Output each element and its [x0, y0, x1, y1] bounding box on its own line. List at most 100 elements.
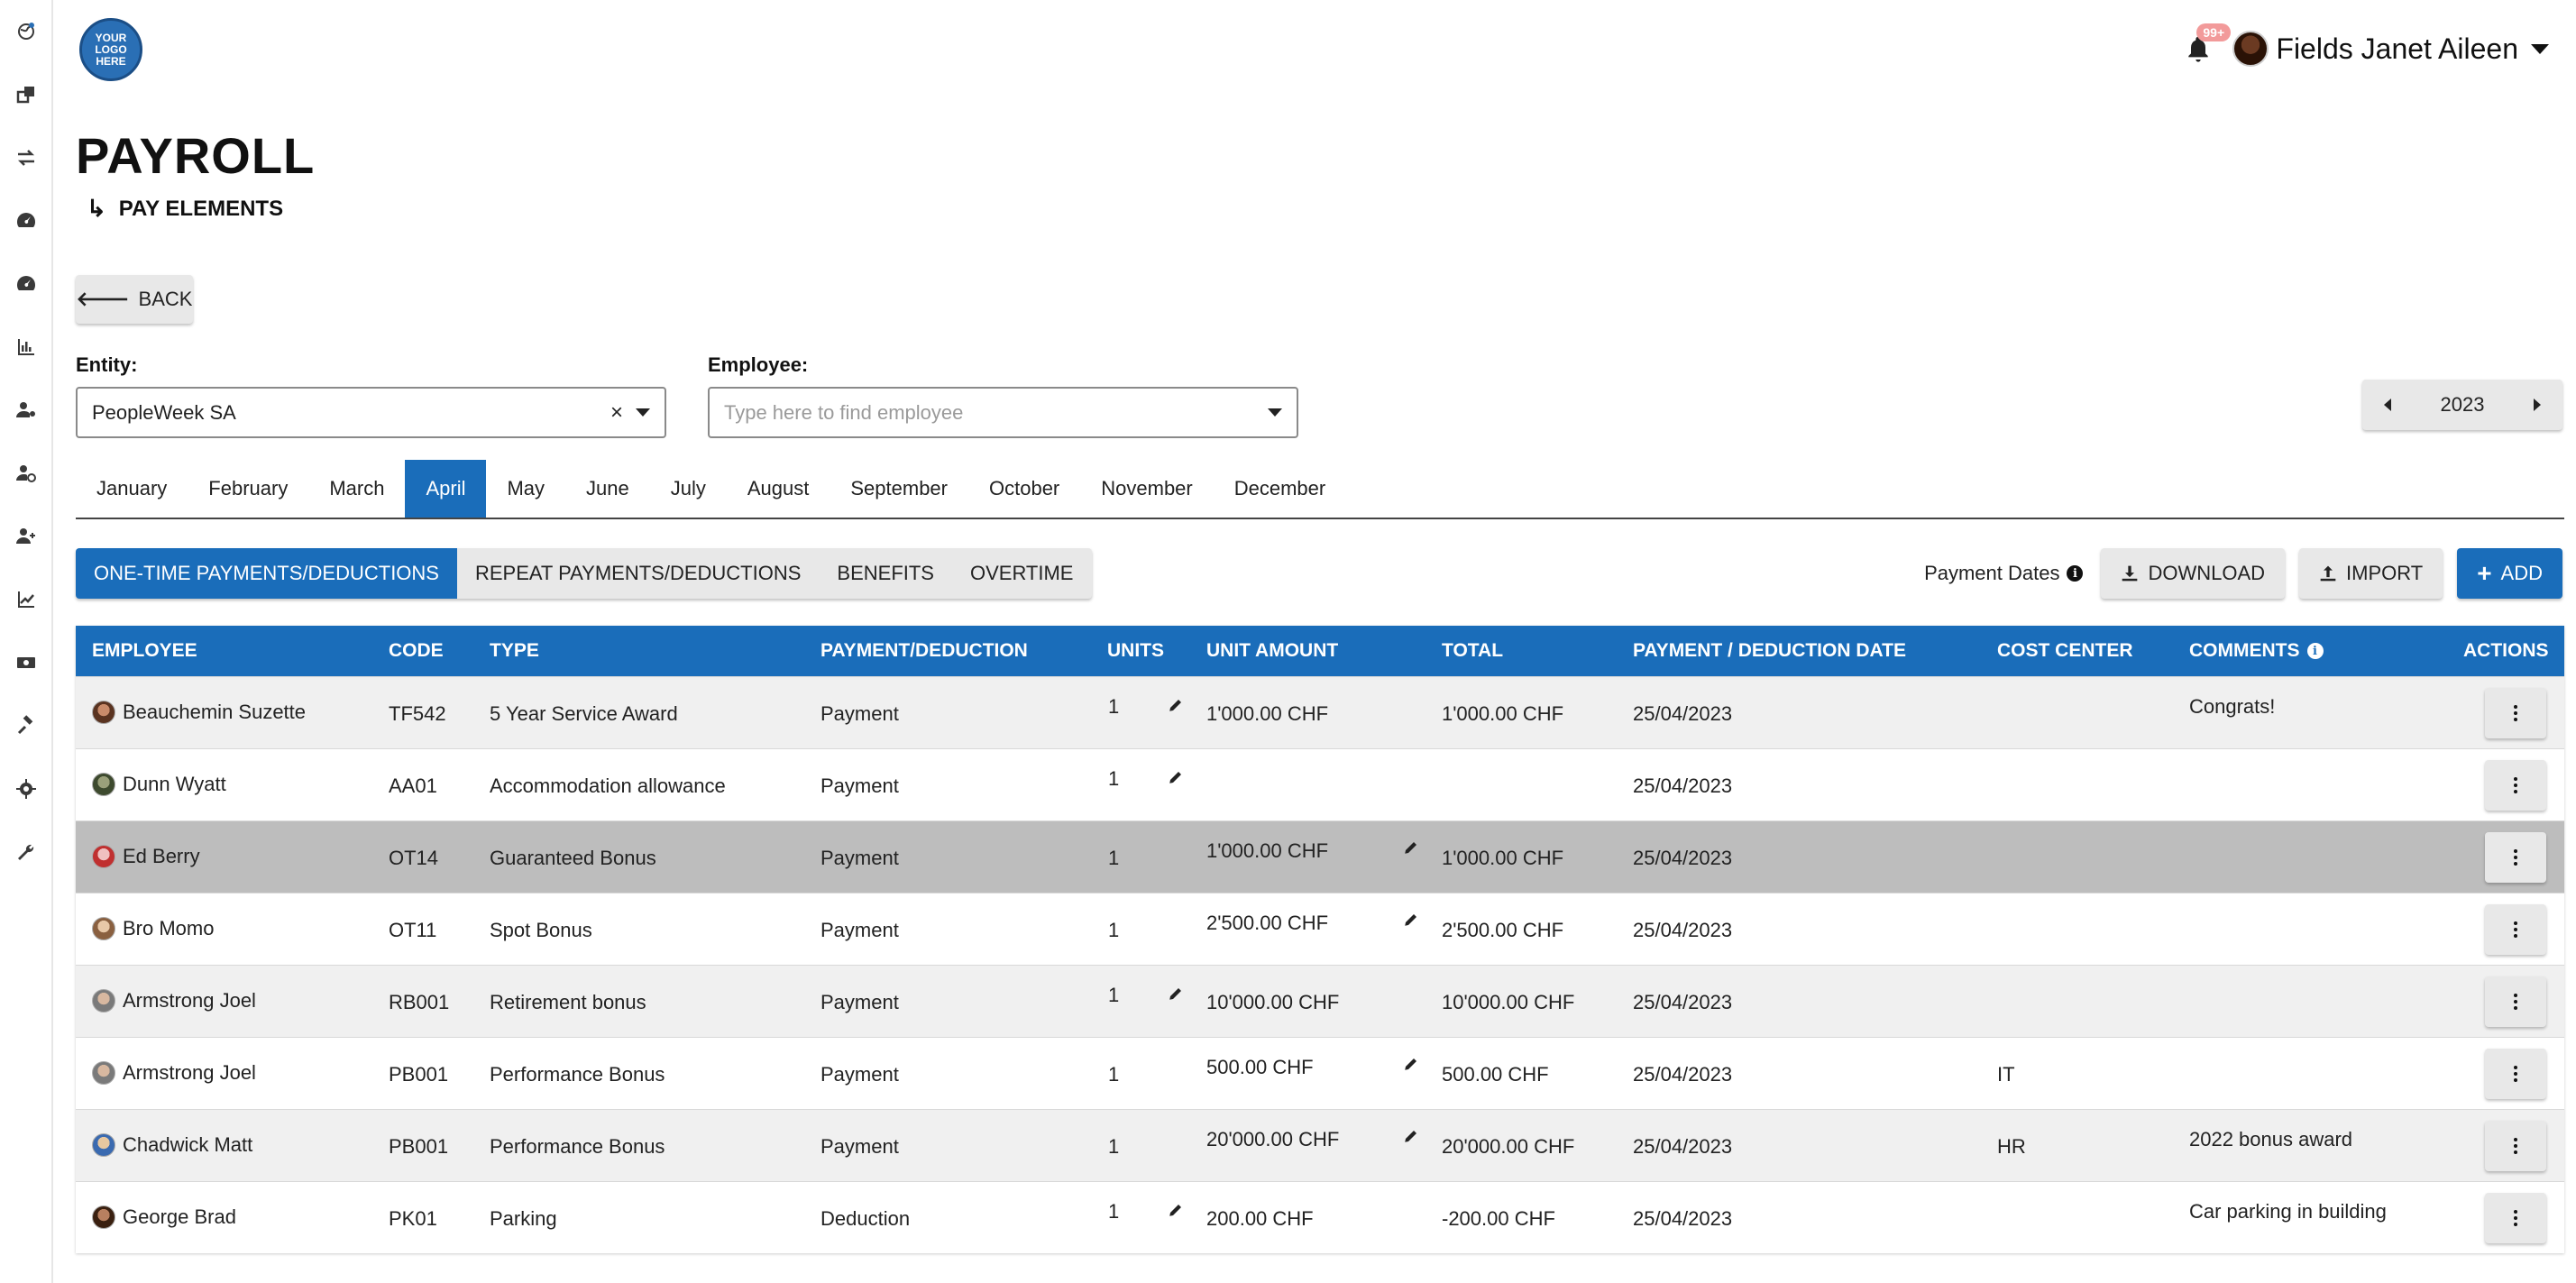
add-button[interactable]: + ADD — [2457, 548, 2562, 599]
import-button[interactable]: IMPORT — [2299, 548, 2443, 599]
table-row[interactable]: Chadwick Matt PB001 Performance Bonus Pa… — [76, 1109, 2564, 1181]
column-header-type[interactable]: TYPE — [490, 626, 539, 676]
tab-october[interactable]: October — [968, 460, 1080, 518]
upload-icon — [2320, 565, 2336, 582]
employee-name: Dunn Wyatt — [123, 773, 226, 795]
tab-may[interactable]: May — [486, 460, 565, 518]
table-actions: Payment Dates i DOWNLOAD IMPORT + ADD — [1924, 548, 2562, 599]
company-logo[interactable]: YOUR LOGO HERE — [79, 18, 142, 81]
row-actions-menu-button[interactable] — [2485, 904, 2546, 955]
info-icon[interactable]: i — [2067, 565, 2084, 582]
employee-cell[interactable]: Ed Berry — [92, 845, 200, 868]
unit-amount-cell: 10'000.00 CHF — [1206, 991, 1340, 1013]
column-header-employee[interactable]: EMPLOYEE — [92, 626, 197, 676]
row-actions-menu-button[interactable] — [2485, 832, 2546, 883]
row-actions-menu-button[interactable] — [2485, 1049, 2546, 1099]
edit-amount-pencil-icon[interactable] — [1403, 912, 1421, 930]
money-icon[interactable] — [0, 631, 51, 694]
tab-august[interactable]: August — [727, 460, 830, 518]
edit-units-pencil-icon[interactable] — [1168, 1202, 1186, 1220]
edit-units-pencil-icon[interactable] — [1168, 697, 1186, 715]
tab-june[interactable]: June — [565, 460, 650, 518]
user-clock-icon[interactable] — [0, 442, 51, 505]
tab-january[interactable]: January — [76, 460, 188, 518]
employee-search-input[interactable]: Type here to find employee — [708, 387, 1298, 438]
entity-select[interactable]: PeopleWeek SA × — [76, 387, 666, 438]
tab-september[interactable]: September — [830, 460, 968, 518]
column-header-unit-amount[interactable]: UNIT AMOUNT — [1206, 626, 1338, 676]
tab-july[interactable]: July — [650, 460, 727, 518]
line-chart-icon[interactable] — [0, 568, 51, 631]
gavel-icon[interactable] — [0, 694, 51, 757]
info-icon[interactable]: i — [2306, 643, 2324, 659]
employee-cell[interactable]: Armstrong Joel — [92, 1061, 256, 1085]
table-row[interactable]: Dunn Wyatt AA01 Accommodation allowance … — [76, 748, 2564, 820]
tab-december[interactable]: December — [1214, 460, 1346, 518]
employee-cell[interactable]: Beauchemin Suzette — [92, 701, 306, 724]
column-header-payment-deduction[interactable]: PAYMENT/DEDUCTION — [820, 626, 1028, 676]
table-row[interactable]: Armstrong Joel RB001 Retirement bonus Pa… — [76, 965, 2564, 1037]
chevron-down-icon[interactable] — [636, 408, 650, 417]
next-year-icon[interactable] — [2533, 399, 2541, 411]
row-actions-menu-button[interactable] — [2485, 760, 2546, 811]
edit-units-pencil-icon[interactable] — [1168, 769, 1186, 787]
unit-amount-cell: 20'000.00 CHF — [1206, 1128, 1340, 1150]
edit-units-pencil-icon[interactable] — [1168, 985, 1186, 1003]
column-header-units[interactable]: UNITS — [1107, 626, 1164, 676]
avatar — [92, 1133, 115, 1157]
column-header-comments[interactable]: COMMENTS i — [2189, 626, 2324, 676]
tab-one-time-payments[interactable]: ONE-TIME PAYMENTS/DEDUCTIONS — [76, 548, 457, 599]
column-header-cost-center[interactable]: COST CENTER — [1997, 626, 2133, 676]
user-menu[interactable]: Fields Janet Aileen — [2232, 31, 2549, 67]
tab-repeat-payments[interactable]: REPEAT PAYMENTS/DEDUCTIONS — [457, 548, 819, 599]
table-row[interactable]: Armstrong Joel PB001 Performance Bonus P… — [76, 1037, 2564, 1109]
unit-amount-cell: 1'000.00 CHF — [1206, 702, 1329, 725]
tab-march[interactable]: March — [308, 460, 405, 518]
table-row[interactable]: Bro Momo OT11 Spot Bonus Payment 1 2'500… — [76, 893, 2564, 965]
edit-amount-pencil-icon[interactable] — [1403, 1056, 1421, 1074]
column-header-date[interactable]: PAYMENT / DEDUCTION DATE — [1633, 626, 1906, 676]
employee-cell[interactable]: Bro Momo — [92, 917, 214, 940]
table-row[interactable]: George Brad PK01 Parking Deduction 1 200… — [76, 1181, 2564, 1253]
total-cell: 1'000.00 CHF — [1442, 847, 1564, 869]
tab-february[interactable]: February — [188, 460, 308, 518]
tab-april[interactable]: April — [405, 460, 487, 518]
globe-icon[interactable] — [0, 0, 51, 63]
employee-cell[interactable]: George Brad — [92, 1205, 236, 1229]
total-cell: 1'000.00 CHF — [1442, 702, 1564, 725]
tab-november[interactable]: November — [1080, 460, 1213, 518]
date-cell: 25/04/2023 — [1633, 1135, 1733, 1158]
payment-dates[interactable]: Payment Dates i — [1924, 562, 2084, 585]
employee-cell[interactable]: Dunn Wyatt — [92, 773, 226, 796]
edit-amount-pencil-icon[interactable] — [1403, 839, 1421, 857]
dashboard-icon[interactable] — [0, 189, 51, 252]
employee-cell[interactable]: Armstrong Joel — [92, 989, 256, 1013]
tab-benefits[interactable]: BENEFITS — [819, 548, 952, 599]
row-actions-menu-button[interactable] — [2485, 1121, 2546, 1171]
bar-chart-icon[interactable] — [0, 316, 51, 379]
user-cog-icon[interactable] — [0, 379, 51, 442]
dashboard-alt-icon[interactable] — [0, 252, 51, 316]
row-actions-menu-button[interactable] — [2485, 1193, 2546, 1243]
employee-cell[interactable]: Chadwick Matt — [92, 1133, 252, 1157]
download-button[interactable]: DOWNLOAD — [2101, 548, 2286, 599]
copy-icon[interactable] — [0, 63, 51, 126]
notification-bell-icon[interactable]: 99+ — [2182, 23, 2232, 65]
chevron-down-icon[interactable] — [1268, 408, 1282, 417]
page-subtitle: PAY ELEMENTS — [118, 196, 284, 221]
edit-amount-pencil-icon[interactable] — [1403, 1128, 1421, 1146]
table-row[interactable]: Ed Berry OT14 Guaranteed Bonus Payment 1… — [76, 820, 2564, 893]
user-plus-icon[interactable] — [0, 505, 51, 568]
clear-icon[interactable]: × — [610, 400, 623, 426]
table-row[interactable]: Beauchemin Suzette TF542 5 Year Service … — [76, 676, 2564, 748]
back-button[interactable]: 🡐 BACK — [76, 275, 193, 324]
row-actions-menu-button[interactable] — [2485, 688, 2546, 738]
transfer-icon[interactable] — [0, 126, 51, 189]
column-header-code[interactable]: CODE — [389, 626, 444, 676]
column-header-total[interactable]: TOTAL — [1442, 626, 1503, 676]
wrench-icon[interactable] — [0, 820, 51, 884]
tab-overtime[interactable]: OVERTIME — [952, 548, 1092, 599]
previous-year-icon[interactable] — [2384, 399, 2391, 411]
gear-icon[interactable] — [0, 757, 51, 820]
row-actions-menu-button[interactable] — [2485, 976, 2546, 1027]
